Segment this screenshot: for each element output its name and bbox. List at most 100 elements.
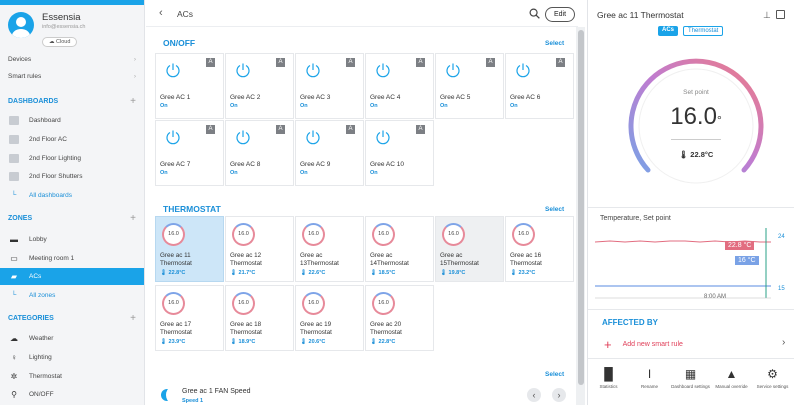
sidebar-item-weather[interactable]: ☁ Weather [0,330,144,347]
ac-device-tile[interactable]: A Gree AC 7 On [155,120,224,186]
add-dashboard-icon[interactable]: + [130,96,136,107]
sidebar-item-smart-rules[interactable]: Smart rules › [8,73,136,80]
sidebar-item-on-off[interactable]: ⚲ ON/OFF [0,386,144,403]
sidebar-item-dashboard[interactable]: Dashboard [0,112,144,129]
y-axis-max: 24 [778,234,785,240]
device-name: Gree ac 20 Thermostat [370,321,402,336]
cloud-badge-label: Cloud [56,39,71,45]
add-smart-rule-link[interactable]: + Add new smart rule [604,337,683,352]
tag-acs[interactable]: ACs [658,26,679,36]
sidebar-item-label: 2nd Floor Shutters [29,173,83,180]
grid-icon: ▦ [684,367,697,381]
ac-device-tile[interactable]: A Gree AC 4 On [365,53,434,119]
device-temperature: 🌡 18.9°C [230,339,256,345]
pin-icon[interactable]: ⊥ [763,10,771,21]
sidebar-item-acs[interactable]: ▰ ACs [0,268,144,285]
sidebar-item-meeting-room-1[interactable]: ▭ Meeting room 1 [0,250,144,267]
user-profile[interactable]: Essensia info@essensia.ch ☁ Cloud [8,12,86,48]
cloud-badge: ☁ Cloud [42,37,78,47]
thermostat-device-tile[interactable]: 16.0 Gree ac 13Thermostat 🌡 22.6°C [295,216,364,282]
thermostat-select-link[interactable]: Select [545,206,564,213]
thermostat-device-tile[interactable]: 16.0 Gree ac 18 Thermostat 🌡 18.9°C [225,285,294,351]
ac-device-tile[interactable]: A Gree AC 9 On [295,120,364,186]
prev-page-button[interactable]: ‹ [527,388,541,402]
auto-badge: A [416,58,425,67]
ac-device-tile[interactable]: A Gree AC 3 On [295,53,364,119]
fan-select-link[interactable]: Select [545,371,564,378]
dashboard-icon [9,154,19,163]
toolbar-button-service-settings[interactable]: ⚙ Service settings [752,367,793,405]
device-name: Gree AC 10 [370,161,404,168]
ac-device-tile[interactable]: A Gree AC 6 On [505,53,574,119]
toolbar-button-dashboard-settings[interactable]: ▦ Dashboard settings [670,367,711,405]
device-name: Gree ac 12 Thermostat [230,252,262,267]
toolbar-button-rename[interactable]: I Rename [629,367,670,405]
chart-label-setpoint: 16 °C [735,256,759,265]
tag-thermostat[interactable]: Thermostat [683,26,724,36]
sidebar-item-2nd-floor-shutters[interactable]: 2nd Floor Shutters [0,168,144,185]
thermostat-device-tile[interactable]: 16.0 Gree ac 14Thermostat 🌡 18.5°C [365,216,434,282]
toolbar-button-manual-override[interactable]: ▲ Manual override [711,367,752,405]
device-name: Gree ac 15Thermostat [440,252,479,267]
thermostat-device-tile[interactable]: 16.0 Gree ac 16 Thermostat 🌡 23.2°C [505,216,574,282]
sidebar-item-2nd-floor-lighting[interactable]: 2nd Floor Lighting [0,150,144,167]
affected-by-title: AFFECTED BY [602,318,658,327]
devices-label: Devices [8,56,32,63]
auto-badge: A [416,125,425,134]
device-name: Gree ac 18 Thermostat [230,321,262,336]
toolbar-button-statistics[interactable]: ▐▌ Statistics [588,367,629,405]
toolbar-label: Rename [640,384,658,389]
dashboard-icon [9,172,19,181]
ac-device-tile[interactable]: A Gree AC 5 On [435,53,504,119]
sidebar-item-devices[interactable]: Devices › [8,56,136,63]
sidebar-item-label: Lobby [29,236,47,243]
fan-device-name[interactable]: Gree ac 1 FAN Speed [182,388,250,395]
onoff-select-link[interactable]: Select [545,40,564,47]
thermostat-device-tile[interactable]: 16.0 Gree ac 20 Thermostat 🌡 22.8°C [365,285,434,351]
zones-header: ZONES + [8,213,136,224]
setpoint-ring: 16.0 [512,223,535,246]
sidebar-item-all-zones[interactable]: └ All zones [0,287,144,304]
setpoint-ring: 16.0 [162,292,185,315]
add-zone-icon[interactable]: + [130,213,136,224]
edit-button[interactable]: Edit [545,7,575,22]
thermostat-device-tile[interactable]: 16.0 Gree ac 15Thermostat 🌡 19.8°C [435,216,504,282]
sidebar-item-thermostat[interactable]: ✲ Thermostat [0,368,144,385]
device-temperature: 🌡 23.2°C [510,270,536,276]
sidebar-item-label: Dashboard [29,117,61,124]
fan-icon [161,388,175,402]
auto-badge: A [346,125,355,134]
thermostat-device-tile[interactable]: 16.0 Gree ac 17 Thermostat 🌡 23.9°C [155,285,224,351]
ac-device-tile[interactable]: A Gree AC 10 On [365,120,434,186]
thermostat-device-tile[interactable]: 16.0 Gree ac 11 Thermostat 🌡 22.8°C [155,216,224,282]
chevron-right-icon[interactable]: › [782,337,785,348]
sidebar-item-label: Meeting room 1 [29,255,75,262]
ac-device-tile[interactable]: A Gree AC 2 On [225,53,294,119]
thermostat-device-tile[interactable]: 16.0 Gree ac 19 Thermostat 🌡 20.6°C [295,285,364,351]
sidebar-item-lobby[interactable]: ▬ Lobby [0,231,144,248]
thermostat-device-tile[interactable]: 16.0 Gree ac 12 Thermostat 🌡 21.7°C [225,216,294,282]
search-icon[interactable] [529,8,540,19]
scrollbar-thumb[interactable] [578,30,584,385]
sidebar-item-all-dashboards[interactable]: └ All dashboards [0,187,144,204]
text-cursor-icon: I [647,367,652,381]
chart-title: Temperature, Set point [600,215,671,222]
sidebar-item-lighting[interactable]: ♀ Lighting [0,349,144,366]
fan-device-state: Speed 1 [182,398,204,404]
ac-device-tile[interactable]: A Gree AC 1 On [155,53,224,119]
add-category-icon[interactable]: + [130,313,136,324]
ac-device-tile[interactable]: A Gree AC 8 On [225,120,294,186]
setpoint-ring: 16.0 [162,223,185,246]
smart-rules-label: Smart rules [8,73,42,80]
x-axis-label: 8:00 AM [704,294,727,300]
open-external-icon[interactable] [776,10,785,19]
temperature-chart[interactable] [595,228,771,304]
power-icon [376,130,390,145]
avatar-icon[interactable] [8,12,34,38]
next-page-button[interactable]: › [552,388,566,402]
sidebar-item-2nd-floor-ac[interactable]: 2nd Floor AC [0,131,144,148]
device-state: On [300,170,308,176]
sidebar-item-label: Lighting [29,354,52,361]
back-arrow-icon[interactable]: ‹ [159,7,163,19]
device-temperature: 🌡 22.6°C [300,270,326,276]
